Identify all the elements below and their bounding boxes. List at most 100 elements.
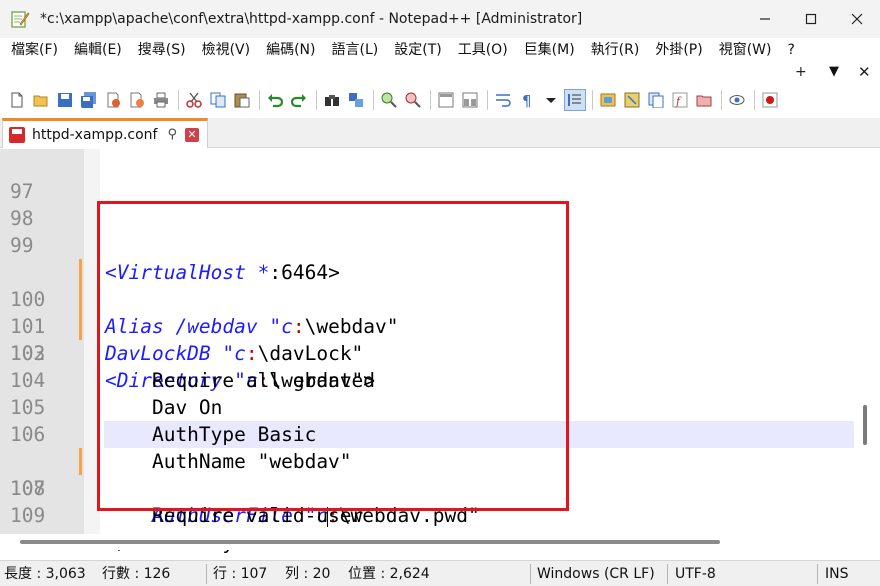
indent-guide-icon <box>568 94 581 106</box>
paste-button[interactable] <box>231 89 253 111</box>
status-position: 位置 : 2,624 <box>348 566 430 582</box>
undo-button[interactable] <box>264 89 286 111</box>
horizontal-scroll-thumb[interactable] <box>20 540 720 544</box>
indent-guide-button[interactable] <box>564 89 586 111</box>
svg-text:¶: ¶ <box>522 92 532 108</box>
pin-icon[interactable]: ⚲ <box>167 127 177 142</box>
status-divider <box>530 564 531 584</box>
status-line-count: 行數 : 126 <box>102 566 171 582</box>
menu-subbar: + ▼ ✕ <box>0 62 880 84</box>
menu-edit[interactable]: 編輯(E) <box>66 38 130 62</box>
menu-plugins[interactable]: 外掛(P) <box>647 38 710 62</box>
close-all-button[interactable] <box>126 89 148 111</box>
zoom-out-button[interactable] <box>402 89 424 111</box>
vertical-scrollbar[interactable] <box>854 149 880 534</box>
close-file-icon <box>107 92 120 108</box>
folder-as-workspace-button[interactable] <box>693 89 715 111</box>
tab-bar: httpd-xampp.conf ⚲ ✕ <box>0 118 880 148</box>
word-wrap-button[interactable] <box>492 89 514 111</box>
status-eol-format[interactable]: Windows (CR LF) <box>537 561 655 586</box>
cut-button[interactable] <box>183 89 205 111</box>
new-tab-plus-button[interactable]: + <box>795 64 807 80</box>
save-all-button[interactable] <box>78 89 100 111</box>
menu-file[interactable]: 檔案(F) <box>3 38 66 62</box>
copy-icon <box>210 92 226 108</box>
status-cursor-column: 列 : 20 <box>285 566 331 582</box>
tab-httpd-xampp-conf[interactable]: httpd-xampp.conf ⚲ ✕ <box>2 118 208 148</box>
function-list-icon: f <box>672 92 688 108</box>
minimize-button[interactable] <box>742 0 788 38</box>
eye-icon <box>729 95 745 105</box>
status-divider <box>667 564 668 584</box>
dropdown-arrow-icon <box>546 98 556 103</box>
monitoring-button[interactable] <box>726 89 748 111</box>
record-icon <box>762 92 778 108</box>
menu-macro[interactable]: 巨集(M) <box>516 38 583 62</box>
red-annotation-box <box>97 201 569 511</box>
replace-button[interactable] <box>345 89 367 111</box>
maximize-button[interactable] <box>788 0 834 38</box>
maximize-icon <box>805 13 817 25</box>
new-file-icon <box>11 92 23 108</box>
horizontal-scrollbar[interactable] <box>0 534 880 550</box>
close-file-button[interactable] <box>102 89 124 111</box>
toolbar-separator <box>430 90 431 110</box>
doc-map-button[interactable] <box>621 89 643 111</box>
title-bar: *c:\xampp\apache\conf\extra\httpd-xampp.… <box>0 0 880 38</box>
minimize-icon <box>760 18 770 20</box>
close-all-icon <box>130 92 144 108</box>
sync-vertical-button[interactable] <box>435 89 457 111</box>
close-document-button[interactable]: ✕ <box>858 63 871 81</box>
menu-window[interactable]: 視窗(W) <box>711 38 780 62</box>
code-line: 97 <box>0 151 880 203</box>
toolbar-separator <box>373 90 374 110</box>
tab-list-dropdown-button[interactable]: ▼ <box>829 64 839 79</box>
menu-tools[interactable]: 工具(O) <box>450 38 516 62</box>
tab-close-button[interactable]: ✕ <box>185 127 199 142</box>
toolbar-separator <box>592 90 593 110</box>
print-button[interactable] <box>150 89 172 111</box>
status-divider <box>817 564 818 584</box>
show-all-characters-button[interactable]: ¶ <box>516 89 538 111</box>
editor[interactable]: 97 98 99 <VirtualHost *:6464> 100 Alias … <box>0 149 880 554</box>
replace-icon <box>349 93 363 107</box>
paste-icon <box>234 93 250 108</box>
redo-button[interactable] <box>288 89 310 111</box>
copy-button[interactable] <box>207 89 229 111</box>
close-button[interactable] <box>834 0 880 38</box>
zoom-in-button[interactable] <box>378 89 400 111</box>
record-macro-button[interactable] <box>759 89 781 111</box>
menu-run[interactable]: 執行(R) <box>583 38 648 62</box>
status-cursor-line: 行 : 107 <box>213 566 268 582</box>
status-length: 長度 : 3,063 <box>4 566 86 582</box>
menu-view[interactable]: 檢視(V) <box>194 38 259 62</box>
printer-icon <box>154 92 168 108</box>
menu-search[interactable]: 搜尋(S) <box>130 38 194 62</box>
scissors-icon <box>186 92 202 108</box>
sync-horizontal-button[interactable] <box>459 89 481 111</box>
toolbar-separator <box>754 90 755 110</box>
save-all-icon <box>81 92 96 108</box>
function-list-button[interactable]: f <box>669 89 691 111</box>
user-language-button[interactable] <box>597 89 619 111</box>
document-list-icon <box>648 92 664 108</box>
status-insert-mode[interactable]: INS <box>825 561 849 586</box>
open-file-button[interactable] <box>30 89 52 111</box>
zoom-out-icon <box>405 92 421 108</box>
vertical-scroll-thumb[interactable] <box>863 405 867 445</box>
status-bar: 長度 : 3,063 行數 : 126 行 : 107 列 : 20 位置 : … <box>0 560 880 586</box>
show-all-characters-dropdown[interactable] <box>540 89 562 111</box>
find-button[interactable] <box>321 89 343 111</box>
folder-open-icon <box>33 95 48 107</box>
new-file-button[interactable] <box>6 89 28 111</box>
status-divider <box>206 564 207 584</box>
menu-help[interactable]: ? <box>780 38 803 62</box>
menu-encoding[interactable]: 編碼(N) <box>258 38 323 62</box>
menu-language[interactable]: 語言(L) <box>324 38 387 62</box>
save-button[interactable] <box>54 89 76 111</box>
folder-workspace-icon <box>696 95 712 107</box>
menu-settings[interactable]: 設定(T) <box>386 38 449 62</box>
status-encoding[interactable]: UTF-8 <box>675 561 716 586</box>
document-list-button[interactable] <box>645 89 667 111</box>
toolbar-separator <box>178 90 179 110</box>
